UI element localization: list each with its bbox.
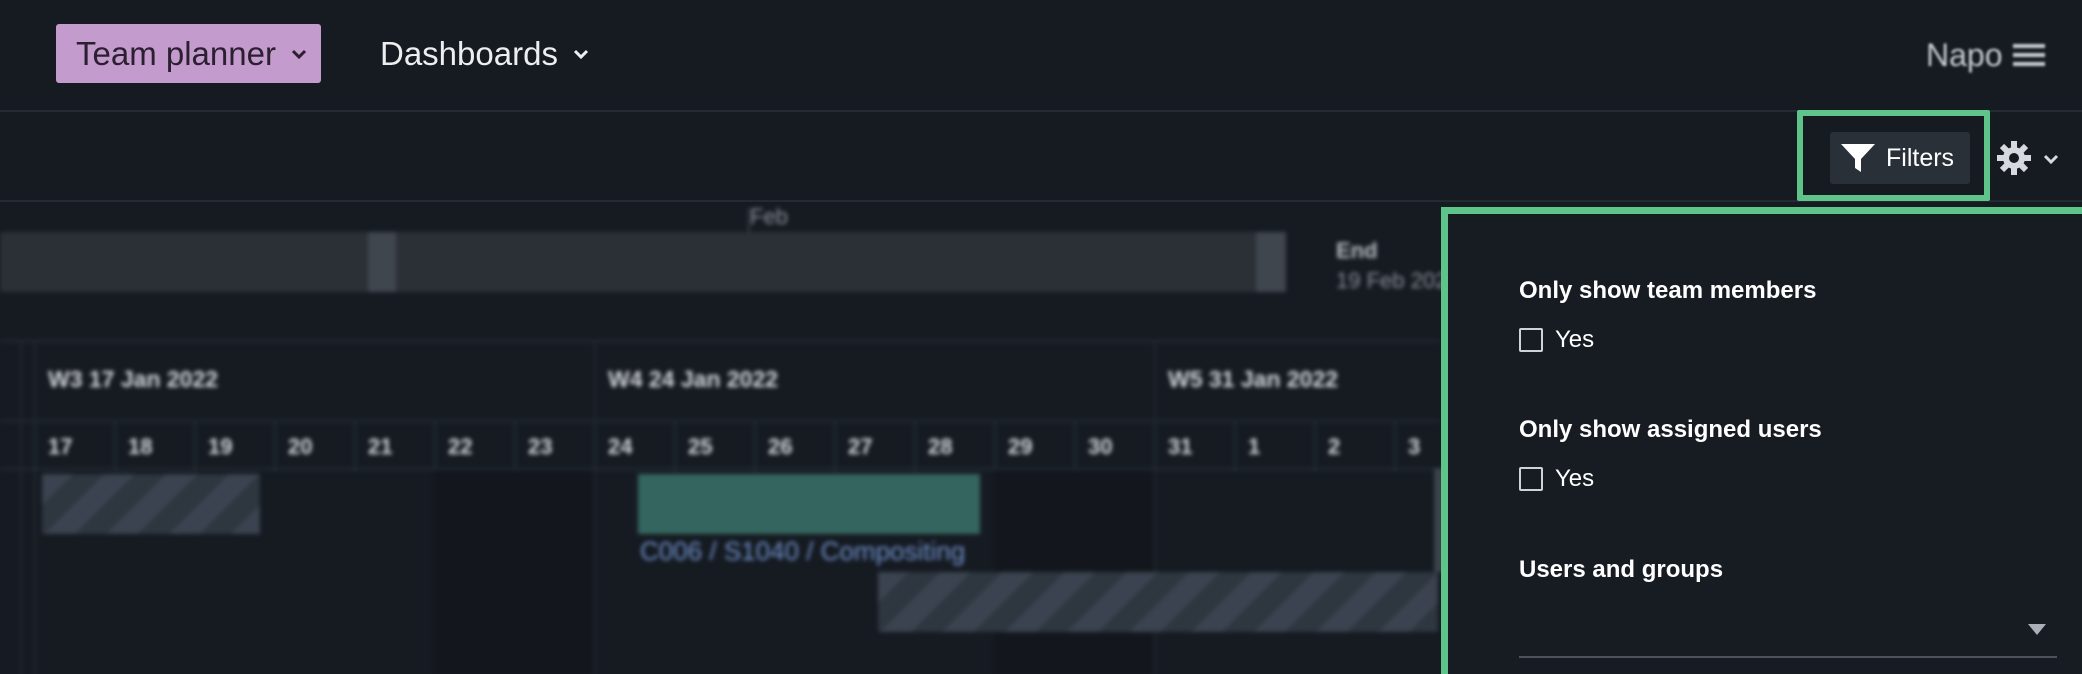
caret-down-icon[interactable] — [2028, 624, 2046, 636]
task-bar-placeholder[interactable] — [42, 474, 260, 534]
day-header: 27 — [848, 434, 873, 459]
hamburger-menu-icon — [2012, 44, 2045, 66]
day-divider — [1074, 422, 1076, 472]
day-divider — [994, 422, 996, 472]
team-members-option-label: Yes — [1555, 326, 1595, 353]
day-header: 19 — [208, 434, 233, 459]
checkbox-icon[interactable] — [1519, 328, 1543, 352]
divider — [0, 340, 1440, 342]
range-start-handle[interactable] — [368, 232, 396, 292]
day-header: 1 — [1248, 434, 1261, 459]
timeline-range-track[interactable] — [0, 232, 1286, 292]
team-planner-label: Team planner — [76, 34, 276, 72]
day-header: 18 — [128, 434, 153, 459]
day-header: 22 — [448, 434, 473, 459]
brand-name: Napo — [1926, 36, 2003, 73]
day-header: 23 — [528, 434, 553, 459]
task-bar-placeholder[interactable] — [878, 572, 1438, 632]
day-header: 29 — [1008, 434, 1033, 459]
weekend-shade — [434, 470, 594, 674]
planner-toolbar — [0, 114, 2082, 202]
day-header: 31 — [1168, 434, 1193, 459]
day-divider — [1234, 422, 1236, 472]
team-members-checkbox[interactable]: Yes — [1519, 326, 1594, 354]
users-groups-heading: Users and groups — [1519, 556, 1724, 583]
gear-icon[interactable] — [1996, 140, 2032, 176]
week-header: W4 24 Jan 2022 — [608, 366, 779, 392]
day-divider — [514, 422, 516, 472]
column-divider — [34, 342, 36, 674]
day-divider — [834, 422, 836, 472]
week-header: W5 31 Jan 2022 — [1168, 366, 1339, 392]
day-divider — [914, 422, 916, 472]
day-divider — [354, 422, 356, 472]
settings-chevron-down-icon[interactable] — [2042, 150, 2060, 168]
day-divider — [1154, 422, 1156, 472]
day-divider — [274, 422, 276, 472]
range-end-handle[interactable] — [1256, 232, 1286, 292]
day-divider — [1314, 422, 1316, 472]
filter-panel: Only show team members Yes Only show ass… — [1441, 207, 2082, 674]
team-planner-menu-button[interactable]: Team planner — [56, 24, 321, 83]
team-members-heading: Only show team members — [1519, 277, 1817, 304]
day-divider — [34, 422, 36, 472]
day-header: 17 — [48, 434, 73, 459]
task-bar[interactable] — [638, 474, 980, 534]
day-header: 24 — [608, 434, 633, 459]
day-divider — [194, 422, 196, 472]
filters-button-highlight — [1797, 110, 1990, 201]
day-header: 21 — [368, 434, 393, 459]
checkbox-icon[interactable] — [1519, 467, 1543, 491]
task-label[interactable]: C006 / S1040 / Compositing — [640, 536, 965, 567]
day-divider — [1394, 422, 1396, 472]
day-divider — [594, 422, 596, 472]
dashboards-label: Dashboards — [380, 35, 558, 72]
end-label: End — [1336, 238, 1378, 263]
dashboards-menu-button[interactable]: Dashboards — [380, 30, 590, 78]
day-divider — [434, 422, 436, 472]
week-divider — [594, 342, 596, 674]
select-underline — [1519, 656, 2057, 658]
day-header: 26 — [768, 434, 793, 459]
day-header: 2 — [1328, 434, 1341, 459]
assigned-users-heading: Only show assigned users — [1519, 416, 1822, 443]
day-header: 30 — [1088, 434, 1113, 459]
chevron-down-icon — [291, 49, 307, 59]
day-header: 20 — [288, 434, 313, 459]
month-label: Feb — [750, 204, 788, 229]
day-header: 25 — [688, 434, 713, 459]
chevron-down-icon — [573, 49, 589, 60]
day-divider — [674, 422, 676, 472]
day-header: 28 — [928, 434, 953, 459]
user-menu[interactable]: Napo — [1926, 32, 2045, 78]
day-divider — [114, 422, 116, 472]
week-header: W3 17 Jan 2022 — [48, 366, 219, 392]
assigned-users-option-label: Yes — [1555, 465, 1595, 492]
divider — [0, 468, 1440, 470]
divider — [0, 420, 1440, 422]
top-navigation-bar: Team planner Dashboards Napo — [0, 0, 2082, 112]
column-divider — [20, 342, 22, 674]
users-groups-select[interactable] — [1519, 610, 2057, 658]
day-header: 3 — [1408, 434, 1421, 459]
day-divider — [754, 422, 756, 472]
assigned-users-checkbox[interactable]: Yes — [1519, 465, 1594, 493]
